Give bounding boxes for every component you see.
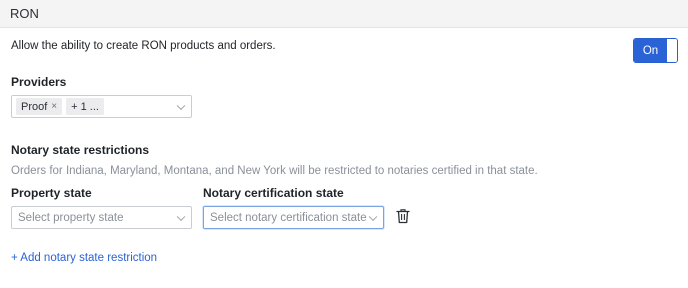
property-state-placeholder: Select property state: [18, 211, 124, 224]
provider-tag-label: Proof: [21, 100, 48, 113]
toggle-on-label: On: [634, 39, 667, 62]
cert-state-select[interactable]: Select notary certification state: [203, 206, 384, 229]
chevron-down-icon: [368, 212, 378, 221]
allow-ron-description: Allow the ability to create RON products…: [11, 40, 276, 52]
restrictions-description: Orders for Indiana, Maryland, Montana, a…: [11, 165, 538, 177]
trash-icon[interactable]: [396, 208, 410, 224]
cert-state-placeholder: Select notary certification state: [210, 211, 367, 224]
cert-state-label: Notary certification state: [203, 186, 344, 200]
remove-tag-icon[interactable]: ×: [51, 101, 57, 112]
provider-tag-more[interactable]: + 1 ...: [66, 98, 104, 115]
add-notary-restriction-link[interactable]: + Add notary state restriction: [11, 252, 157, 264]
section-title: RON: [10, 6, 39, 21]
provider-tag-proof: Proof ×: [16, 98, 63, 115]
property-state-label: Property state: [11, 186, 92, 200]
property-state-select[interactable]: Select property state: [11, 206, 192, 229]
ron-toggle[interactable]: On: [633, 38, 678, 63]
restrictions-heading: Notary state restrictions: [11, 143, 150, 157]
provider-more-label: + 1 ...: [71, 100, 99, 113]
chevron-down-icon: [176, 101, 186, 110]
chevron-down-icon: [176, 212, 186, 221]
providers-label: Providers: [11, 75, 67, 89]
toggle-thumb: [667, 39, 677, 62]
providers-multiselect[interactable]: Proof × + 1 ...: [11, 95, 192, 118]
section-header: RON: [0, 0, 688, 28]
